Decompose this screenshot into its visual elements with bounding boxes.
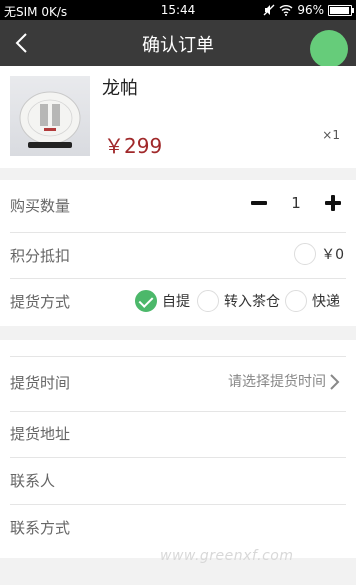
quantity-value: 1 <box>291 194 301 212</box>
delivery-row: 提货方式 自提 转入茶仓 快递 <box>10 279 346 325</box>
watermark: www.greenxf.com <box>160 548 294 564</box>
pickup-address-label: 提货地址 <box>10 425 71 443</box>
product-quantity: ×1 <box>322 128 340 142</box>
product-thumbnail <box>10 76 90 156</box>
delivery-option-tea-warehouse[interactable]: 转入茶仓 <box>197 290 280 312</box>
product-price: ￥299 <box>104 134 163 158</box>
delivery-option-express[interactable]: 快递 <box>285 290 340 312</box>
top-nav-bar: 确认订单 <box>0 20 356 66</box>
express-radio[interactable] <box>285 290 307 312</box>
points-row: 积分抵扣 ￥0 <box>10 233 346 279</box>
order-options-section: 购买数量 1 积分抵扣 ￥0 提货方式 自提 转入茶仓 快递 <box>0 180 356 326</box>
tea-warehouse-radio[interactable] <box>197 290 219 312</box>
pickup-time-placeholder: 请选择提货时间 <box>228 374 326 390</box>
contact-label: 联系人 <box>10 472 56 490</box>
floating-action-button[interactable] <box>310 30 348 68</box>
points-value: ￥0 <box>321 247 344 263</box>
quantity-row: 购买数量 1 <box>10 180 346 233</box>
phone-row[interactable]: 联系方式 <box>10 505 346 551</box>
battery-icon <box>328 4 354 16</box>
decrease-button[interactable] <box>248 192 270 214</box>
points-option[interactable]: ￥0 <box>294 243 344 265</box>
pickup-address-row[interactable]: 提货地址 <box>10 411 346 458</box>
status-bar: 无SIM 0K/s 15:44 96% <box>0 0 356 20</box>
pickup-details-section: 提货时间 请选择提货时间 提货地址 联系人 联系方式 <box>0 340 356 558</box>
product-name: 龙帕 <box>102 78 138 99</box>
self-pickup-label: 自提 <box>162 294 190 310</box>
status-icons: 96% <box>263 3 354 17</box>
phone-label: 联系方式 <box>10 519 71 537</box>
contact-row[interactable]: 联系人 <box>10 458 346 505</box>
delivery-option-self-pickup[interactable]: 自提 <box>135 290 190 312</box>
quantity-label: 购买数量 <box>10 197 71 215</box>
pickup-time-label: 提货时间 <box>10 374 71 392</box>
pickup-time-row[interactable]: 提货时间 请选择提货时间 <box>10 356 346 412</box>
increase-button[interactable] <box>322 192 344 214</box>
self-pickup-radio[interactable] <box>135 290 157 312</box>
wifi-icon <box>279 5 293 16</box>
mute-icon <box>263 4 275 16</box>
points-radio[interactable] <box>294 243 317 265</box>
battery-percent: 96% <box>297 3 324 17</box>
points-label: 积分抵扣 <box>10 247 71 265</box>
tea-warehouse-label: 转入茶仓 <box>224 294 280 310</box>
express-label: 快递 <box>312 294 340 310</box>
delivery-label: 提货方式 <box>10 293 71 311</box>
quantity-stepper: 1 <box>248 192 344 214</box>
chevron-right-icon <box>330 374 340 390</box>
page-title: 确认订单 <box>142 35 214 56</box>
product-card: 龙帕 ￥299 ×1 <box>0 66 356 168</box>
